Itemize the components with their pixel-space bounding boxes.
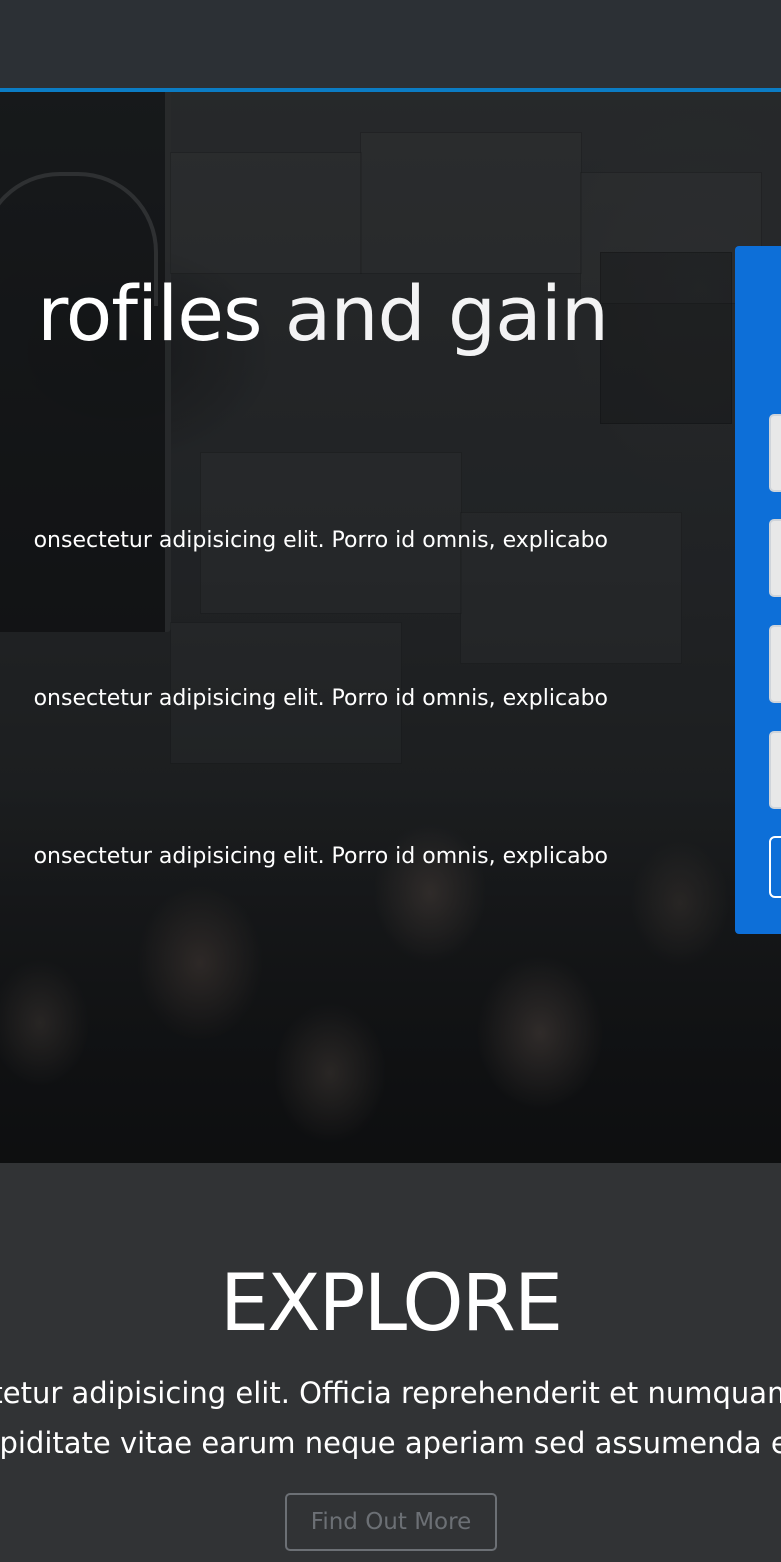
signup-submit-button[interactable] [769, 836, 781, 898]
hero-feature-text-3: onsectetur adipisicing elit. Porro id om… [33, 844, 608, 869]
hero-headline: rofiles and gain ts. [0, 258, 638, 482]
hero-feature-text-1: onsectetur adipisicing elit. Porro id om… [33, 528, 608, 553]
hero-section: rofiles and gain ts. onsectetur adipisic… [0, 92, 781, 1163]
hero-feature-text-2: onsectetur adipisicing elit. Porro id om… [33, 686, 608, 711]
headline-strong: rofiles [37, 269, 262, 358]
explore-text-line-1: ctetur adipisicing elit. Officia reprehe… [0, 1376, 781, 1410]
signup-field-4[interactable] [769, 731, 781, 809]
signup-field-2[interactable] [769, 519, 781, 597]
signup-card [735, 246, 781, 934]
signup-field-3[interactable] [769, 625, 781, 703]
top-navbar [0, 0, 781, 92]
headline-light: and gain [261, 269, 609, 358]
find-out-more-button[interactable]: Find Out More [285, 1493, 497, 1551]
explore-text-line-2: upiditate vitae earum neque aperiam sed … [0, 1426, 781, 1460]
page: rofiles and gain ts. onsectetur adipisic… [0, 0, 781, 1562]
explore-title: EXPLORE [219, 1259, 563, 1349]
hero-content: rofiles and gain ts. onsectetur adipisic… [0, 92, 781, 1163]
explore-section: EXPLORE ctetur adipisicing elit. Officia… [0, 1163, 781, 1562]
signup-field-1[interactable] [769, 414, 781, 492]
